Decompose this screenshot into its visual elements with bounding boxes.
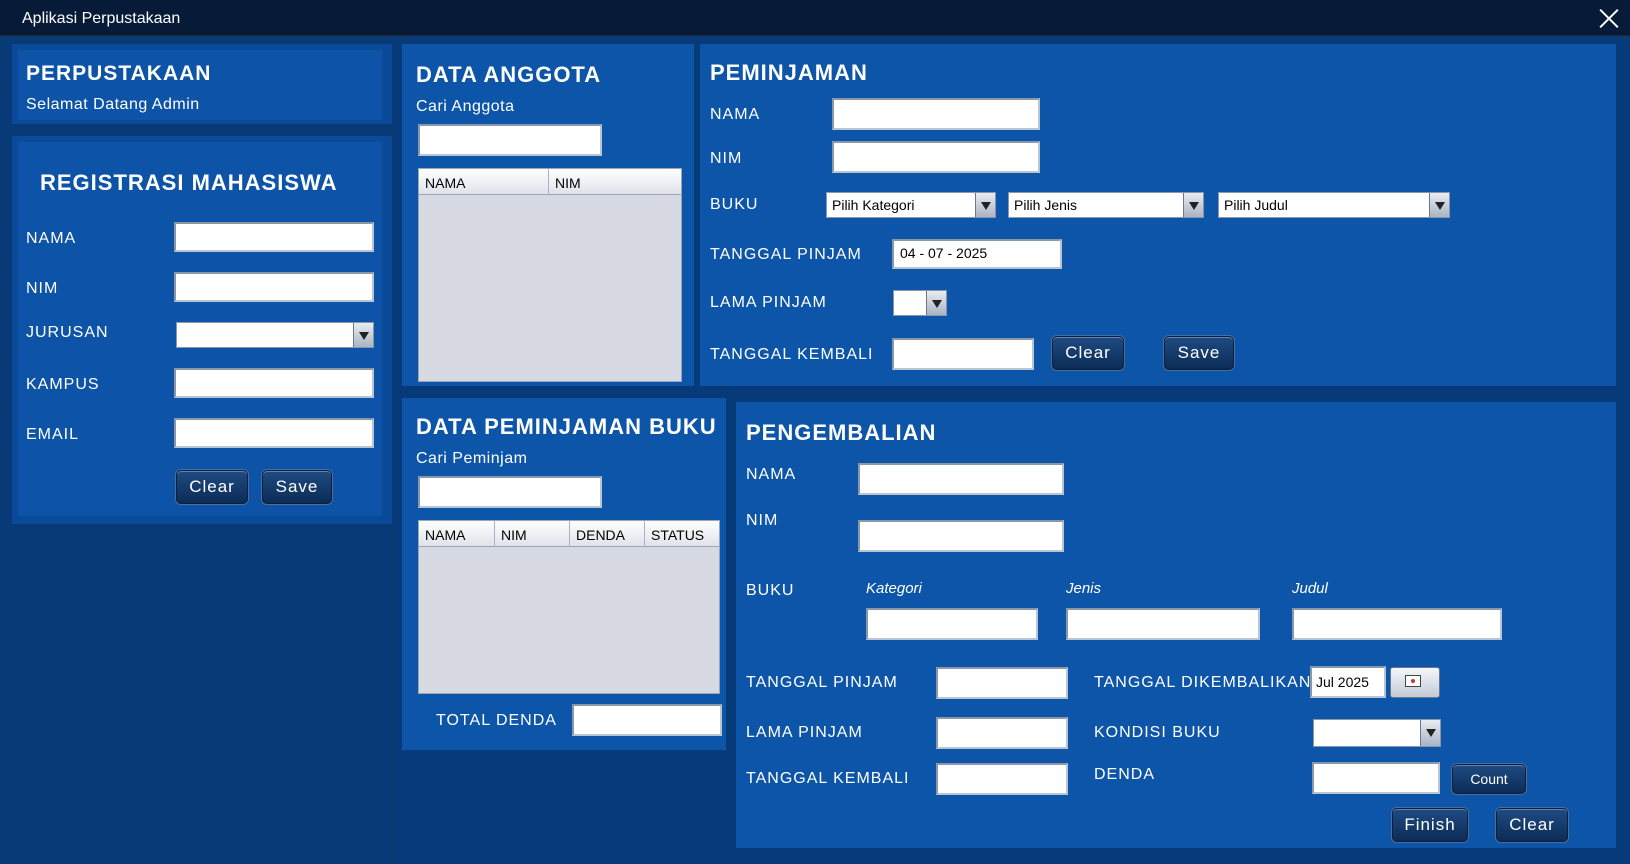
peminjaman-panel: PEMINJAMAN NAMA NIM BUKU Pilih Kategori … xyxy=(700,44,1616,386)
kembali-nama-input[interactable] xyxy=(858,463,1064,495)
anggota-table-header: NAMA NIM xyxy=(419,169,681,195)
kembali-jenis-label: Jenis xyxy=(1066,580,1102,597)
peminjaman-col-denda[interactable]: DENDA xyxy=(570,521,645,547)
pinjam-tanggal-pinjam-input[interactable]: 04 - 07 - 2025 xyxy=(892,239,1062,269)
total-denda-input[interactable] xyxy=(572,704,722,736)
kembali-judul-label: Judul xyxy=(1292,580,1328,597)
date-picker-button[interactable] xyxy=(1390,667,1440,698)
pinjam-jenis-select[interactable]: Pilih Jenis xyxy=(1008,192,1204,218)
kembali-jenis-input[interactable] xyxy=(1066,608,1260,640)
chevron-down-icon[interactable] xyxy=(1429,193,1449,217)
peminjaman-col-nim[interactable]: NIM xyxy=(495,521,570,547)
kembali-tanggal-kembali-label: TANGGAL KEMBALI xyxy=(746,770,910,787)
title-bar: Aplikasi Perpustakaan xyxy=(0,0,1630,36)
pengembalian-panel: PENGEMBALIAN NAMA NIM BUKU Kategori Jeni… xyxy=(736,402,1616,848)
total-denda-label: TOTAL DENDA xyxy=(436,712,557,729)
kembali-buku-label: BUKU xyxy=(746,582,795,599)
kembali-judul-input[interactable] xyxy=(1292,608,1502,640)
header-panel: PERPUSTAKAAN Selamat Datang Admin xyxy=(12,44,392,124)
pinjam-save-button[interactable]: Save xyxy=(1164,336,1234,370)
chevron-down-icon[interactable] xyxy=(1420,720,1440,746)
pinjam-kategori-value: Pilih Kategori xyxy=(832,197,915,213)
tanggal-dikembalikan-input[interactable]: Jul 2025 xyxy=(1310,666,1386,698)
reg-kampus-label: KAMPUS xyxy=(26,376,100,393)
pinjam-nama-input[interactable] xyxy=(832,98,1040,130)
data-peminjaman-title: DATA PEMINJAMAN BUKU xyxy=(416,414,717,439)
chevron-down-icon[interactable] xyxy=(975,193,995,217)
reg-jurusan-select[interactable] xyxy=(176,322,374,348)
kembali-nama-label: NAMA xyxy=(746,466,797,483)
kembali-tanggal-pinjam-input[interactable] xyxy=(936,667,1068,699)
kembali-kategori-input[interactable] xyxy=(866,608,1038,640)
kembali-lama-input[interactable] xyxy=(936,717,1068,749)
chevron-down-icon[interactable] xyxy=(353,323,373,347)
pinjam-lama-label: LAMA PINJAM xyxy=(710,294,827,311)
chevron-down-icon[interactable] xyxy=(1183,193,1203,217)
registrasi-title: REGISTRASI MAHASISWA xyxy=(40,170,338,195)
kembali-lama-label: LAMA PINJAM xyxy=(746,724,863,741)
anggota-table[interactable]: NAMA NIM xyxy=(418,168,682,382)
anggota-search-label: Cari Anggota xyxy=(416,98,515,115)
kembali-kategori-label: Kategori xyxy=(866,580,922,597)
pinjam-lama-select[interactable] xyxy=(893,290,947,316)
anggota-col-nama[interactable]: NAMA xyxy=(419,169,549,195)
pinjam-tanggal-kembali-input[interactable] xyxy=(892,338,1034,370)
pinjam-nama-label: NAMA xyxy=(710,106,761,123)
anggota-title: DATA ANGGOTA xyxy=(416,62,602,87)
pinjam-nim-label: NIM xyxy=(710,150,743,167)
window-title: Aplikasi Perpustakaan xyxy=(22,10,181,27)
pinjam-judul-select[interactable]: Pilih Judul xyxy=(1218,192,1450,218)
kembali-clear-button[interactable]: Clear xyxy=(1496,808,1568,842)
pinjam-clear-button[interactable]: Clear xyxy=(1052,336,1124,370)
anggota-col-nim[interactable]: NIM xyxy=(549,169,681,195)
reg-nama-input[interactable] xyxy=(174,222,374,252)
reg-email-label: EMAIL xyxy=(26,426,80,443)
pinjam-jenis-value: Pilih Jenis xyxy=(1014,197,1078,213)
pinjam-kategori-select[interactable]: Pilih Kategori xyxy=(826,192,996,218)
data-peminjaman-table-header: NAMA NIM DENDA STATUS xyxy=(419,521,719,547)
pinjam-tanggal-kembali-label: TANGGAL KEMBALI xyxy=(710,346,874,363)
peminjaman-title: PEMINJAMAN xyxy=(710,60,868,85)
anggota-search-input[interactable] xyxy=(418,124,602,156)
kondisi-buku-select[interactable] xyxy=(1313,719,1441,747)
reg-nim-input[interactable] xyxy=(174,272,374,302)
data-peminjaman-search-label: Cari Peminjam xyxy=(416,450,528,467)
reg-email-input[interactable] xyxy=(174,418,374,448)
data-peminjaman-search-input[interactable] xyxy=(418,476,602,508)
kembali-nim-input[interactable] xyxy=(858,520,1064,552)
kembali-tanggal-pinjam-label: TANGGAL PINJAM xyxy=(746,674,898,691)
close-icon[interactable] xyxy=(1598,7,1620,29)
pinjam-judul-value: Pilih Judul xyxy=(1224,197,1288,213)
registrasi-panel: REGISTRASI MAHASISWA NAMA NIM JURUSAN KA… xyxy=(12,136,392,524)
data-peminjaman-panel: DATA PEMINJAMAN BUKU Cari Peminjam NAMA … xyxy=(402,398,726,750)
welcome-text: Selamat Datang Admin xyxy=(26,96,200,113)
data-peminjaman-table[interactable]: NAMA NIM DENDA STATUS xyxy=(418,520,720,694)
kembali-nim-label: NIM xyxy=(746,512,779,529)
reg-clear-button[interactable]: Clear xyxy=(176,470,248,504)
calendar-icon xyxy=(1405,675,1421,687)
finish-button[interactable]: Finish xyxy=(1392,808,1468,842)
peminjaman-col-status[interactable]: STATUS xyxy=(645,521,719,547)
pinjam-buku-label: BUKU xyxy=(710,196,759,213)
reg-kampus-input[interactable] xyxy=(174,368,374,398)
kondisi-buku-label: KONDISI BUKU xyxy=(1094,724,1221,741)
peminjaman-col-nama[interactable]: NAMA xyxy=(419,521,495,547)
reg-nama-label: NAMA xyxy=(26,230,77,247)
pinjam-tanggal-pinjam-label: TANGGAL PINJAM xyxy=(710,246,862,263)
reg-jurusan-label: JURUSAN xyxy=(26,324,109,341)
app-heading: PERPUSTAKAAN xyxy=(26,62,212,85)
count-button[interactable]: Count xyxy=(1452,764,1526,794)
denda-input[interactable] xyxy=(1312,762,1440,794)
pinjam-nim-input[interactable] xyxy=(832,141,1040,173)
pengembalian-title: PENGEMBALIAN xyxy=(746,420,937,445)
tanggal-dikembalikan-label: TANGGAL DIKEMBALIKAN xyxy=(1094,674,1312,691)
chevron-down-icon[interactable] xyxy=(926,291,946,315)
kembali-tanggal-kembali-input[interactable] xyxy=(936,763,1068,795)
app-window: Aplikasi Perpustakaan PERPUSTAKAAN Selam… xyxy=(0,0,1630,864)
tanggal-dikembalikan-value: Jul 2025 xyxy=(1316,674,1369,690)
denda-label: DENDA xyxy=(1094,766,1156,783)
reg-nim-label: NIM xyxy=(26,280,59,297)
anggota-panel: DATA ANGGOTA Cari Anggota NAMA NIM xyxy=(402,44,694,386)
reg-save-button[interactable]: Save xyxy=(262,470,332,504)
